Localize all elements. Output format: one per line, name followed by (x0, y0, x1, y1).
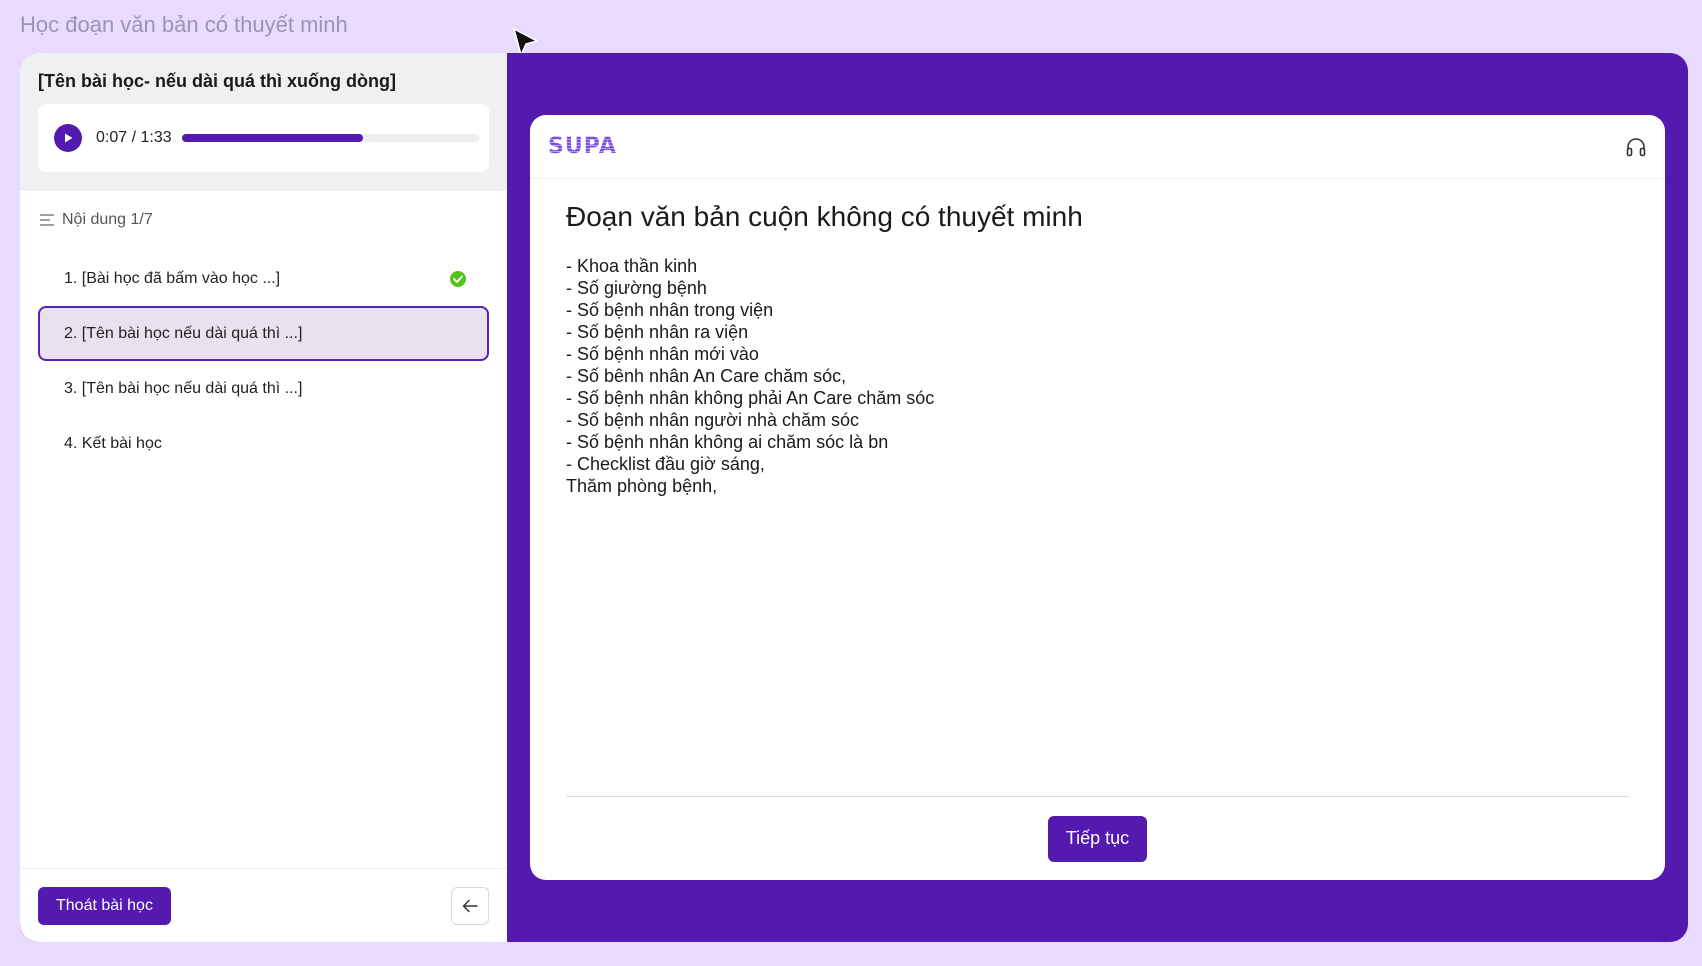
supa-logo: SUPA (548, 134, 617, 159)
toc-item-1[interactable]: 1. [Bài học đã bấm vào học ...] (38, 251, 489, 306)
play-icon (65, 133, 73, 143)
arrow-left-icon (462, 899, 478, 912)
audio-time: 0:07 / 1:33 (96, 129, 172, 146)
content-line: - Số bệnh nhân không phải An Care chăm s… (566, 388, 935, 408)
toc-item-label: 3. [Tên bài học nếu dài quá thì ...] (64, 379, 303, 397)
content-line: - Số bệnh nhân không ai chăm sóc là bn (566, 432, 889, 452)
audio-player: 0:07 / 1:33 (38, 104, 489, 172)
collapse-sidebar-button[interactable] (451, 886, 489, 925)
content-line: - Số bênh nhân An Care chăm sóc, (566, 366, 847, 386)
content-line: Thăm phòng bệnh, (566, 476, 718, 496)
exit-lesson-button[interactable]: Thoát bài học (38, 886, 171, 925)
audio-progress-bar[interactable] (181, 134, 479, 142)
card-header: SUPA (530, 115, 1665, 179)
toc-label: Nội dung 1/7 (62, 211, 153, 228)
play-button[interactable] (54, 124, 82, 152)
content-line: - Checklist đầu giờ sáng, (566, 454, 765, 474)
lesson-sidebar: [Tên bài học- nếu dài quá thì xuống dòng… (20, 53, 507, 942)
check-circle-icon (450, 270, 466, 287)
content-line: - Số giường bệnh (566, 278, 707, 298)
sidebar-header: [Tên bài học- nếu dài quá thì xuống dòng… (20, 53, 507, 191)
toc-header: Nội dung 1/7 (40, 211, 507, 229)
window-title: Học đoạn văn bản có thuyết minh (20, 12, 348, 37)
toc-item-4[interactable]: 4. Kết bài học (38, 416, 489, 471)
audio-progress-fill (181, 134, 364, 142)
content-line: - Số bệnh nhân trong viện (566, 300, 774, 320)
lesson-title: [Tên bài học- nếu dài quá thì xuống dòng… (38, 71, 396, 91)
card-body: Đoạn văn bản cuộn không có thuyết minh -… (530, 179, 1665, 519)
content-card: SUPA Đoạn văn bản cuộn không có thuyết m… (530, 115, 1665, 880)
content-line: - Số bệnh nhân mới vào (566, 344, 759, 364)
headphones-icon[interactable] (1625, 136, 1647, 158)
content-line: - Số bệnh nhân người nhà chăm sóc (566, 410, 860, 430)
toc-item-2[interactable]: 2. [Tên bài học nếu dài quá thì ...] (38, 306, 489, 361)
toc-list: 1. [Bài học đã bấm vào học ...] 2. [Tên … (20, 251, 507, 471)
content-title: Đoạn văn bản cuộn không có thuyết minh (566, 201, 1083, 232)
card-footer: Tiếp tục (566, 796, 1629, 880)
list-icon (40, 214, 54, 226)
continue-button[interactable]: Tiếp tục (1047, 815, 1148, 862)
lesson-shell: [Tên bài học- nếu dài quá thì xuống dòng… (20, 53, 1688, 942)
toc-item-label: 2. [Tên bài học nếu dài quá thì ...] (64, 324, 303, 342)
toc-item-label: 1. [Bài học đã bấm vào học ...] (64, 269, 281, 287)
content-line: - Khoa thần kinh (566, 256, 698, 276)
toc-item-3[interactable]: 3. [Tên bài học nếu dài quá thì ...] (38, 361, 489, 416)
content-line: - Số bệnh nhân ra viện (566, 322, 749, 342)
content-text: - Khoa thần kinh - Số giường bệnh - Số bện… (566, 255, 1629, 497)
toc-item-label: 4. Kết bài học (64, 434, 162, 452)
sidebar-footer: Thoát bài học (20, 868, 507, 942)
